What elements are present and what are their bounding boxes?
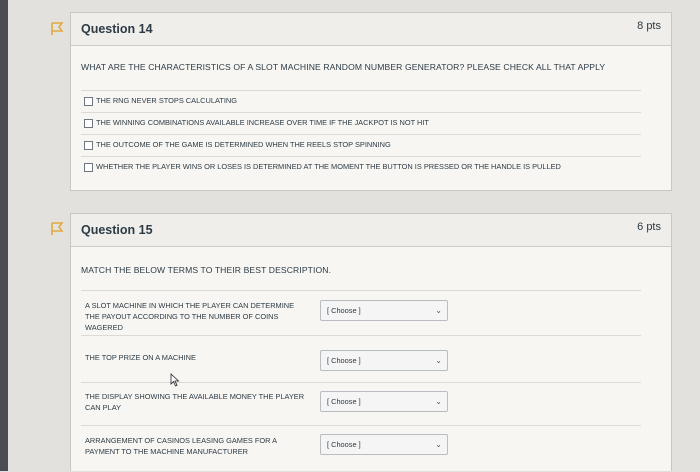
chevron-down-icon: ⌄ — [435, 440, 442, 449]
question-header: Question 14 8 pts — [71, 13, 671, 46]
select-value: [ Choose ] — [327, 397, 361, 406]
select-value: [ Choose ] — [327, 306, 361, 315]
mouse-cursor-icon — [170, 373, 180, 387]
answer-option[interactable]: WHETHER THE PLAYER WINS OR LOSES IS DETE… — [81, 156, 641, 178]
match-term: ARRANGEMENT OF CASINOS LEASING GAMES FOR… — [85, 436, 277, 456]
match-term: THE DISPLAY SHOWING THE AVAILABLE MONEY … — [85, 392, 305, 412]
chevron-down-icon: ⌄ — [435, 306, 442, 315]
match-row: THE TOP PRIZE ON A MACHINE [ Choose ] ⌄ — [81, 335, 641, 382]
answer-option[interactable]: THE WINNING COMBINATIONS AVAILABLE INCRE… — [81, 112, 641, 134]
match-row: A SLOT MACHINE IN WHICH THE PLAYER CAN D… — [81, 290, 641, 335]
checkbox[interactable] — [84, 141, 93, 150]
answer-label: THE OUTCOME OF THE GAME IS DETERMINED WH… — [96, 140, 391, 149]
answer-label: THE WINNING COMBINATIONS AVAILABLE INCRE… — [96, 118, 429, 127]
answer-select[interactable]: [ Choose ] ⌄ — [320, 391, 448, 412]
select-value: [ Choose ] — [327, 356, 361, 365]
match-row: THE DISPLAY SHOWING THE AVAILABLE MONEY … — [81, 382, 641, 425]
match-term: A SLOT MACHINE IN WHICH THE PLAYER CAN D… — [85, 301, 295, 332]
select-value: [ Choose ] — [327, 440, 361, 449]
question-14-card: Question 14 8 pts WHAT ARE THE CHARACTER… — [70, 12, 672, 191]
answer-select[interactable]: [ Choose ] ⌄ — [320, 434, 448, 455]
answer-option[interactable]: THE RNG NEVER STOPS CALCULATING — [81, 90, 641, 112]
question-points: 6 pts — [637, 221, 661, 233]
window-edge — [0, 0, 8, 471]
match-term: THE TOP PRIZE ON A MACHINE — [85, 353, 196, 362]
chevron-down-icon: ⌄ — [435, 397, 442, 406]
checkbox[interactable] — [84, 163, 93, 172]
answer-select[interactable]: [ Choose ] ⌄ — [320, 350, 448, 371]
question-points: 8 pts — [637, 20, 661, 32]
checkbox[interactable] — [84, 97, 93, 106]
answer-option[interactable]: THE OUTCOME OF THE GAME IS DETERMINED WH… — [81, 134, 641, 156]
checkbox[interactable] — [84, 119, 93, 128]
answer-label: THE RNG NEVER STOPS CALCULATING — [96, 96, 237, 105]
answer-label: WHETHER THE PLAYER WINS OR LOSES IS DETE… — [96, 162, 561, 171]
question-title: Question 14 — [81, 22, 153, 36]
question-header: Question 15 6 pts — [71, 214, 671, 247]
flag-icon[interactable] — [50, 22, 64, 36]
answer-select[interactable]: [ Choose ] ⌄ — [320, 300, 448, 321]
question-text: MATCH THE BELOW TERMS TO THEIR BEST DESC… — [81, 265, 332, 275]
match-row: ARRANGEMENT OF CASINOS LEASING GAMES FOR… — [81, 425, 641, 472]
question-title: Question 15 — [81, 223, 153, 237]
chevron-down-icon: ⌄ — [435, 356, 442, 365]
question-15-card: Question 15 6 pts MATCH THE BELOW TERMS … — [70, 213, 672, 471]
question-text: WHAT ARE THE CHARACTERISTICS OF A SLOT M… — [81, 62, 606, 72]
flag-icon[interactable] — [50, 222, 64, 236]
